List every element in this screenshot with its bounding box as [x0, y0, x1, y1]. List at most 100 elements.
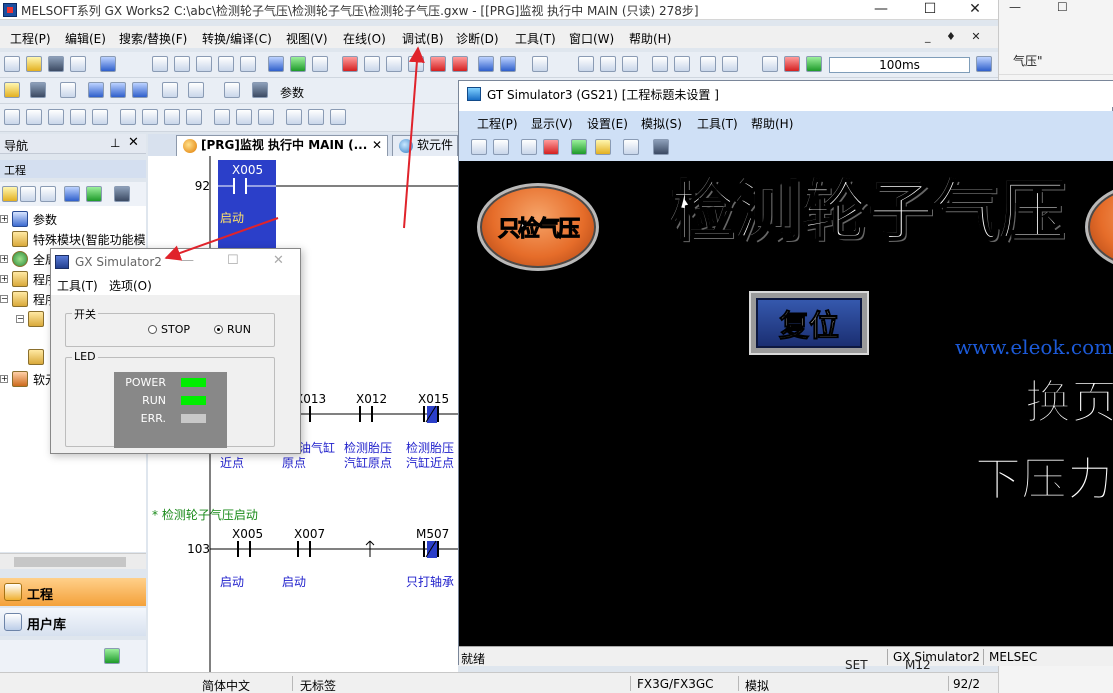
delete-line-icon[interactable]	[330, 109, 346, 125]
ladder-erase-icon[interactable]	[722, 56, 738, 72]
gt-start-icon[interactable]	[521, 139, 537, 155]
close-button[interactable]: ✕	[952, 0, 998, 20]
collapse-icon[interactable]: −	[16, 315, 24, 323]
expand-icon[interactable]: +	[0, 255, 8, 263]
gt-refresh-icon[interactable]	[595, 139, 611, 155]
tab-device-batch[interactable]: 软元件	[392, 135, 458, 156]
mdi-window-controls[interactable]: _ ♦ ✕	[925, 30, 987, 43]
dev-list-icon[interactable]	[110, 82, 126, 98]
sampling-icon[interactable]	[762, 56, 778, 72]
gt-menu-settings[interactable]: 设置(E)	[587, 115, 628, 132]
op-result-icon[interactable]	[236, 109, 252, 125]
navigator-close-icon[interactable]: ✕	[128, 135, 139, 150]
pin-icon[interactable]: ⊥	[110, 136, 120, 150]
hmi-right-round-button[interactable]	[1085, 183, 1113, 271]
menu-search-replace[interactable]: 搜索/替换(F)	[119, 30, 187, 47]
menu-convert-compile[interactable]: 转换/编译(C)	[202, 30, 272, 47]
paste-data-icon[interactable]	[40, 186, 56, 202]
monitor-icon[interactable]	[386, 56, 402, 72]
menu-window[interactable]: 窗口(W)	[569, 30, 614, 47]
fall-contact-icon[interactable]	[142, 109, 158, 125]
cut-icon[interactable]	[152, 56, 168, 72]
read-plc-icon[interactable]	[364, 56, 380, 72]
menu-tools[interactable]: 工具(T)	[515, 30, 556, 47]
hmi-tire-check-only-button[interactable]: 只检气压	[477, 183, 599, 271]
menu-online[interactable]: 在线(O)	[343, 30, 386, 47]
ladder-coil-icon[interactable]	[652, 56, 668, 72]
scroll-thumb[interactable]	[14, 557, 126, 567]
coil-icon[interactable]	[92, 109, 108, 125]
contact-no-icon[interactable]	[4, 109, 20, 125]
maximize-button[interactable]: ☐	[907, 0, 953, 20]
device-x007[interactable]: X007	[294, 527, 325, 541]
run-radio[interactable]: RUN	[214, 323, 251, 336]
project-view-icon[interactable]	[4, 82, 20, 98]
sim2-menu-tools[interactable]: 工具(T)	[57, 277, 98, 294]
help-circle-icon[interactable]	[224, 82, 240, 98]
navigator-horizontal-scrollbar[interactable]	[0, 553, 146, 569]
tab-main-program[interactable]: [PRG]监视 执行中 MAIN (... ✕	[176, 135, 388, 156]
nav-tab-project[interactable]: 工程	[0, 578, 146, 606]
gt-device-icon[interactable]	[623, 139, 639, 155]
binoculars-icon[interactable]	[252, 82, 268, 98]
expand-icon[interactable]: +	[0, 375, 8, 383]
new-file-icon[interactable]	[4, 56, 20, 72]
search-device-icon[interactable]	[312, 56, 328, 72]
menu-edit[interactable]: 编辑(E)	[65, 30, 106, 47]
copy-icon[interactable]	[174, 56, 190, 72]
ladder-right-icon[interactable]	[622, 56, 638, 72]
menu-project[interactable]: 工程(P)	[10, 30, 51, 47]
copy-data-icon[interactable]	[20, 186, 36, 202]
hmi-page-switch-label[interactable]: 换页	[1025, 366, 1113, 432]
rise-contact-icon[interactable]	[120, 109, 136, 125]
scan-time-field[interactable]: 100ms	[829, 57, 970, 73]
warning-icon[interactable]	[806, 56, 822, 72]
device-x015[interactable]: X015	[418, 392, 449, 406]
module-view-icon[interactable]	[30, 82, 46, 98]
expand-icon[interactable]: +	[0, 275, 8, 283]
new-data-icon[interactable]	[2, 186, 18, 202]
hmi-screen[interactable]: 只检气压 检测轮子气压 复位 www.eleok.com 换页 下压力:	[459, 161, 1113, 646]
gt-menu-display[interactable]: 显示(V)	[531, 115, 573, 132]
help-icon[interactable]	[100, 56, 116, 72]
rise-parallel-icon[interactable]	[164, 109, 180, 125]
contact-nc-icon[interactable]	[26, 109, 42, 125]
gt-menu-help[interactable]: 帮助(H)	[751, 115, 793, 132]
bg-minimize-button[interactable]: —	[1009, 0, 1021, 14]
menu-view[interactable]: 视图(V)	[286, 30, 328, 47]
dev-window-icon[interactable]	[88, 82, 104, 98]
hmi-reset-button[interactable]: 复位	[749, 291, 869, 355]
dev-monitor-icon[interactable]	[478, 56, 494, 72]
device-x012[interactable]: X012	[356, 392, 387, 406]
gx-simulator2-window[interactable]: GX Simulator2 — ☐ ✕ 工具(T) 选项(O) 开关 STOP …	[50, 248, 301, 454]
gt-stop-icon[interactable]	[543, 139, 559, 155]
sim2-maximize-button[interactable]: ☐	[227, 253, 239, 268]
gt-open-icon[interactable]	[471, 139, 487, 155]
run-radio-dot[interactable]	[214, 325, 223, 334]
sort-icon[interactable]	[114, 186, 130, 202]
stop-radio-dot[interactable]	[148, 325, 157, 334]
gt-keyboard-icon[interactable]	[653, 139, 669, 155]
minimize-button[interactable]: —	[858, 0, 904, 20]
monitor-stop-icon[interactable]	[408, 56, 424, 72]
redo-icon[interactable]	[240, 56, 256, 72]
nav-config-icon[interactable]	[104, 648, 120, 664]
gt-monitor-icon[interactable]	[571, 139, 587, 155]
sim2-close-button[interactable]: ✕	[273, 253, 284, 268]
dev-batch-icon[interactable]	[500, 56, 516, 72]
ladder-left-icon[interactable]	[578, 56, 594, 72]
sim2-menu-options[interactable]: 选项(O)	[109, 277, 152, 294]
undo-icon[interactable]	[218, 56, 234, 72]
device-x005-2[interactable]: X005	[232, 527, 263, 541]
vline-icon[interactable]	[286, 109, 302, 125]
sim2-minimize-button[interactable]: —	[181, 253, 194, 268]
fall-parallel-icon[interactable]	[186, 109, 202, 125]
hline-icon[interactable]	[308, 109, 324, 125]
nav-tab-user-library[interactable]: 用户库	[0, 608, 146, 636]
menu-debug[interactable]: 调试(B)	[402, 30, 444, 47]
contact-parallel-icon[interactable]	[48, 109, 64, 125]
gt-simulator3-window[interactable]: GT Simulator3 (GS21) [工程标题未设置 ] 工程(P) 显示…	[458, 80, 1113, 666]
gt-save-icon[interactable]	[493, 139, 509, 155]
paste-icon[interactable]	[196, 56, 212, 72]
step-run-icon[interactable]	[532, 56, 548, 72]
